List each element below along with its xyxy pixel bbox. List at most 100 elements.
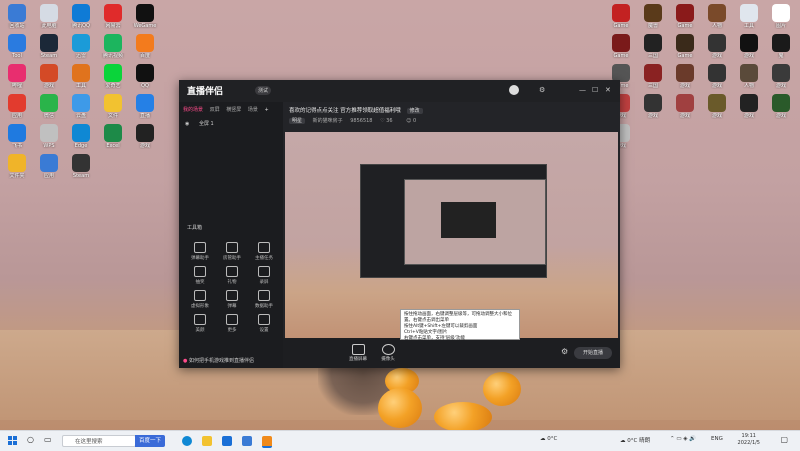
tool-item[interactable]: 主播任务 xyxy=(249,242,279,261)
desktop-icon[interactable]: Steam xyxy=(64,154,98,179)
desktop-icon[interactable]: 文件 xyxy=(96,94,130,119)
minimize-icon[interactable]: — xyxy=(579,86,586,94)
streaming-app-icon[interactable] xyxy=(262,436,272,448)
desktop-icon[interactable]: 回收站 xyxy=(0,4,34,29)
desktop-icon[interactable]: 游戏 xyxy=(668,94,702,119)
desktop-icon[interactable]: Edge xyxy=(64,124,98,149)
desktop-icon[interactable]: 文件夹 xyxy=(0,154,34,179)
desktop-icon[interactable]: 游戏 xyxy=(764,94,798,119)
desktop-icon[interactable]: 图片 xyxy=(764,4,798,29)
desktop-icon[interactable]: 游戏 xyxy=(636,94,670,119)
eye-icon[interactable]: ◉ xyxy=(185,121,189,127)
notification-icon[interactable]: ▢ xyxy=(780,435,788,444)
start-live-button[interactable]: 开始直播 xyxy=(574,347,612,359)
tab-orientation[interactable]: 横竖屏 xyxy=(226,107,241,113)
baidu-search-button[interactable]: 百度一下 xyxy=(135,435,165,447)
desktop-icon[interactable]: 游戏 xyxy=(732,34,766,59)
screen-capture-button[interactable]: 直播屏幕 xyxy=(343,344,373,362)
desktop-icon[interactable]: Steam xyxy=(32,34,66,59)
settings-gear-icon[interactable]: ⚙ xyxy=(561,347,568,356)
desktop-icon[interactable]: 鬼 xyxy=(764,34,798,59)
desktop-icon[interactable]: 直播 xyxy=(128,94,162,119)
tab-scene[interactable]: 场景 xyxy=(248,107,258,113)
desktop-icon[interactable]: 此电脑 xyxy=(32,4,66,29)
edit-room-button[interactable]: 修改 xyxy=(406,108,423,114)
tool-item[interactable]: 美颜 xyxy=(185,314,215,333)
desktop-icon[interactable]: 游戏 xyxy=(700,34,734,59)
tool-item[interactable]: 弹幕助手 xyxy=(185,242,215,261)
weather-left[interactable]: ☁ 0°C xyxy=(540,436,557,442)
search-input[interactable]: 在这里搜索 xyxy=(62,435,136,447)
explorer-icon[interactable] xyxy=(202,436,212,446)
help-footer[interactable]: ● 如何把手机游戏推到直播伴侣 xyxy=(183,357,254,364)
tray-icons[interactable]: ⌃ ▭ ◈ 🔊 xyxy=(670,436,696,442)
desktop-icon[interactable]: 三国 xyxy=(636,34,670,59)
desktop-icon[interactable]: 人物 xyxy=(700,4,734,29)
desktop-icon[interactable]: 游戏 xyxy=(700,94,734,119)
desktop-icon[interactable]: 三国 xyxy=(636,64,670,89)
desktop-icon[interactable]: 爱奇艺 xyxy=(96,64,130,89)
desktop-icon[interactable]: 人物 xyxy=(732,64,766,89)
desktop-icon[interactable]: 云盘 xyxy=(64,94,98,119)
tool-label: 数据助手 xyxy=(255,304,273,309)
desktop-icon[interactable]: 工具 xyxy=(732,4,766,29)
avatar-icon[interactable] xyxy=(509,85,519,95)
desktop-icon[interactable]: 腾讯视频 xyxy=(96,34,130,59)
desktop-icon[interactable]: WeGame xyxy=(128,4,162,29)
tool-item[interactable]: 房管助手 xyxy=(217,242,247,261)
desktop-icon[interactable]: 魔兽 xyxy=(636,4,670,29)
app-icon[interactable] xyxy=(242,436,252,446)
desktop-icon[interactable]: 网易云 xyxy=(96,4,130,29)
tool-item[interactable]: 虚拟形象 xyxy=(185,290,215,309)
desktop-icon[interactable]: Game xyxy=(604,34,638,59)
desktop-icon[interactable]: 游戏 xyxy=(764,64,798,89)
desktop-icon[interactable]: 百度 xyxy=(128,34,162,59)
desktop-icon[interactable]: 工具 xyxy=(64,64,98,89)
desktop-icon[interactable]: WPS xyxy=(32,124,66,149)
scene-item[interactable]: ◉ 全屏 1 xyxy=(185,120,214,127)
category-chip[interactable]: 明星 xyxy=(289,118,306,124)
add-scene-icon[interactable]: + xyxy=(264,107,268,113)
camera-button[interactable]: 摄像头 xyxy=(373,344,403,362)
task-view-icon[interactable]: ▭ xyxy=(44,435,52,444)
desktop-icon[interactable]: 游戏 xyxy=(668,64,702,89)
desktop-icon[interactable]: 飞书 xyxy=(0,124,34,149)
desktop-icon[interactable]: Excel xyxy=(96,124,130,149)
edge-icon[interactable] xyxy=(182,436,192,446)
tab-my-scenes[interactable]: 我的场景 xyxy=(183,107,203,113)
tool-item[interactable]: 数据助手 xyxy=(249,290,279,309)
maximize-icon[interactable]: ☐ xyxy=(592,86,598,94)
tool-item[interactable]: 抽奖 xyxy=(185,266,215,285)
language-indicator[interactable]: ENG xyxy=(711,436,723,442)
desktop-icon[interactable]: 微信 xyxy=(32,94,66,119)
desktop-icon[interactable]: QQ xyxy=(128,64,162,89)
desktop-icon[interactable]: 迅雷 xyxy=(64,34,98,59)
tool-item[interactable]: 弹幕 xyxy=(217,290,247,309)
desktop-icon[interactable]: 哔哩 xyxy=(0,64,34,89)
stream-preview[interactable] xyxy=(285,132,618,338)
desktop-icon[interactable]: Tool xyxy=(0,34,34,59)
desktop-icon[interactable]: 游戏 xyxy=(128,124,162,149)
mail-icon[interactable] xyxy=(222,436,232,446)
desktop-icon[interactable]: 游戏 xyxy=(700,64,734,89)
clock[interactable]: 19:11 2022/1/5 xyxy=(738,433,760,447)
desktop-icon[interactable]: 应用 xyxy=(0,94,34,119)
desktop-icon[interactable]: 腾讯QQ xyxy=(64,4,98,29)
tool-item[interactable]: 设置 xyxy=(249,314,279,333)
brand-badge[interactable]: 测试 xyxy=(255,86,272,95)
tab-dual[interactable]: 双屏 xyxy=(210,107,220,113)
search-circle-icon[interactable]: ○ xyxy=(27,435,34,444)
tool-item[interactable]: 录屏 xyxy=(249,266,279,285)
tray-weather[interactable]: ☁ 0°C 晴朗 xyxy=(620,436,650,444)
desktop-icon[interactable]: Game xyxy=(604,4,638,29)
close-icon[interactable]: ✕ xyxy=(605,86,611,94)
desktop-icon[interactable]: 应用 xyxy=(32,154,66,179)
tool-item[interactable]: 礼物 xyxy=(217,266,247,285)
desktop-icon[interactable]: Game xyxy=(668,4,702,29)
settings-icon[interactable]: ⚙ xyxy=(539,86,545,94)
start-button[interactable] xyxy=(8,436,18,446)
desktop-icon[interactable]: Game xyxy=(668,34,702,59)
desktop-icon[interactable]: 游戏 xyxy=(732,94,766,119)
tool-item[interactable]: 更多 xyxy=(217,314,247,333)
desktop-icon[interactable]: 游戏 xyxy=(32,64,66,89)
